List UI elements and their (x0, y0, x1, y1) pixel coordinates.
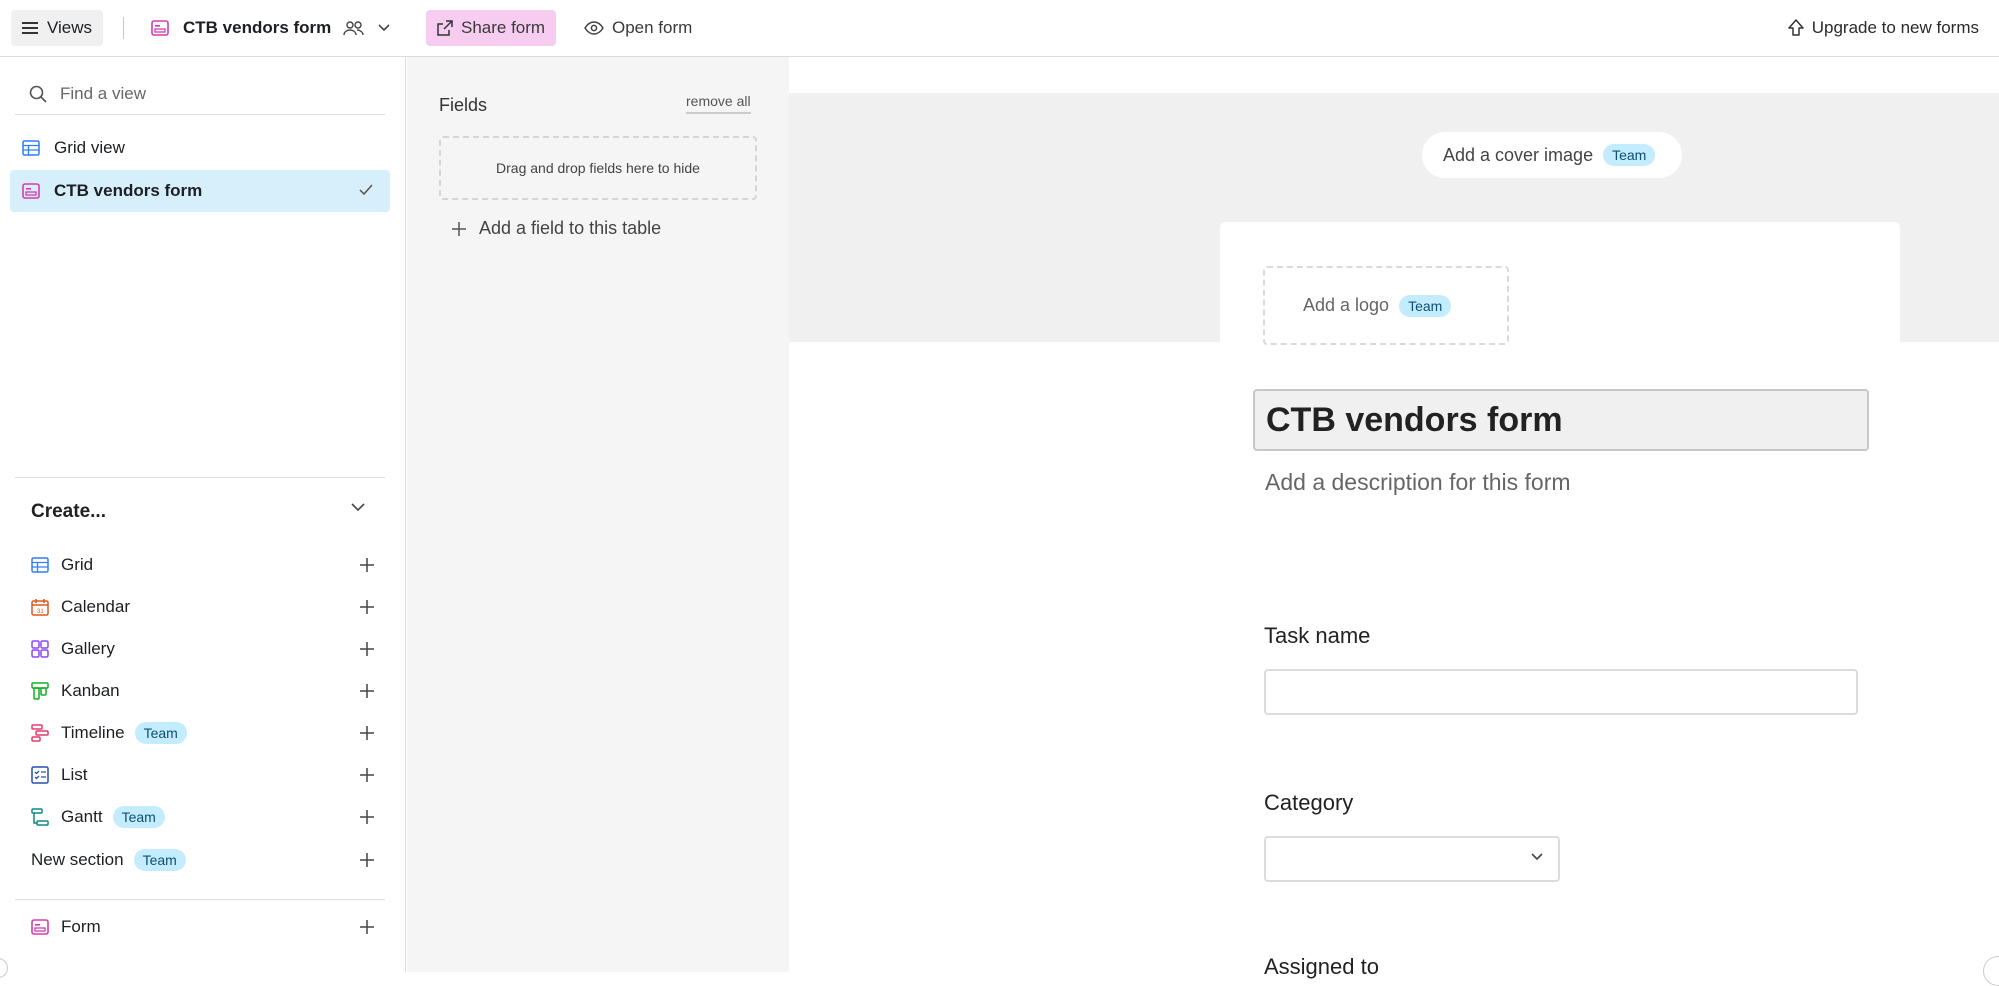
plus-icon[interactable] (359, 852, 375, 868)
create-item-label: Gallery (61, 639, 115, 658)
create-item-label: Kanban (61, 681, 120, 700)
plus-icon[interactable] (359, 641, 375, 657)
view-item-grid-view[interactable]: Grid view (10, 127, 390, 169)
open-form-button[interactable]: Open form (584, 10, 692, 46)
chevron-down-icon[interactable] (377, 23, 391, 33)
chevron-down-icon (1531, 853, 1543, 861)
form-divider (15, 899, 385, 900)
new-section-label: New section (31, 850, 124, 869)
dropzone-text: Drag and drop fields here to hide (496, 160, 700, 176)
open-form-label: Open form (612, 18, 693, 37)
create-section-title: Create... (31, 501, 106, 522)
logo-label: Add a logo (1303, 295, 1390, 315)
search-input[interactable] (60, 83, 360, 104)
team-badge: Team (133, 849, 186, 871)
calendar-icon: 31 (31, 599, 49, 616)
toolbar-divider (123, 17, 124, 39)
gantt-icon (31, 808, 49, 826)
plus-icon[interactable] (359, 767, 375, 783)
grid-icon (22, 140, 40, 156)
chevron-down-icon[interactable] (350, 500, 366, 518)
view-item-ctb-vendors-form[interactable]: CTB vendors form (10, 170, 390, 212)
category-select[interactable] (1264, 836, 1560, 882)
grid-icon (31, 557, 49, 573)
form-description-input[interactable]: Add a description for this form (1265, 469, 1571, 496)
add-cover-image-button[interactable]: Add a cover image Team (1422, 132, 1683, 178)
form-canvas: Add a cover image Team Add a logo Team C… (789, 57, 1999, 986)
hamburger-icon (22, 22, 38, 34)
eye-icon (584, 21, 604, 35)
field-label: Category (1264, 790, 1354, 815)
form-icon (151, 20, 169, 36)
share-form-label: Share form (461, 18, 546, 37)
form-icon (31, 919, 49, 935)
kanban-icon (31, 682, 49, 700)
create-kanban[interactable]: Kanban (31, 676, 374, 706)
fields-title: Fields (439, 95, 488, 115)
create-gallery[interactable]: Gallery (31, 634, 374, 664)
create-grid[interactable]: Grid (31, 550, 374, 580)
views-toggle-button[interactable]: Views (11, 10, 104, 46)
create-item-label: Form (61, 917, 101, 936)
create-item-label: Gantt (61, 807, 103, 826)
create-item-label: Timeline (61, 723, 125, 742)
view-search (15, 73, 385, 115)
collaborators-icon (343, 20, 365, 36)
share-form-button[interactable]: Share form (426, 10, 557, 46)
team-badge: Team (112, 806, 165, 828)
add-logo-button[interactable]: Add a logo Team (1263, 266, 1509, 345)
views-label: Views (47, 18, 93, 37)
search-icon (29, 85, 47, 103)
cover-label: Add a cover image (1443, 144, 1594, 165)
create-item-label: List (61, 765, 88, 784)
add-field-button[interactable]: Add a field to this table (451, 218, 661, 239)
form-title-input[interactable]: CTB vendors form (1253, 389, 1869, 451)
plus-icon[interactable] (359, 557, 375, 573)
plus-icon[interactable] (359, 683, 375, 699)
svg-text:31: 31 (37, 609, 44, 615)
hidden-fields-dropzone[interactable]: Drag and drop fields here to hide (439, 136, 757, 200)
list-icon (31, 766, 49, 784)
field-label: Task name (1264, 623, 1371, 648)
create-list[interactable]: List (31, 760, 374, 790)
create-calendar[interactable]: 31 Calendar (31, 592, 374, 622)
upgrade-arrow-icon (1788, 19, 1804, 36)
plus-icon[interactable] (359, 919, 375, 935)
view-item-label: Grid view (54, 138, 125, 157)
add-field-label: Add a field to this table (479, 218, 662, 238)
plus-icon (452, 221, 466, 236)
create-item-label: Grid (61, 555, 94, 574)
team-badge: Team (1603, 144, 1656, 166)
plus-icon[interactable] (359, 809, 375, 825)
check-icon (358, 182, 374, 202)
current-view-menu[interactable]: CTB vendors form (151, 10, 391, 46)
fields-panel: Fields remove all Drag and drop fields h… (407, 57, 789, 972)
upgrade-forms-label: Upgrade to new forms (1811, 18, 1979, 37)
task-name-input[interactable] (1264, 669, 1858, 715)
upgrade-forms-button[interactable]: Upgrade to new forms (1788, 10, 1979, 46)
external-link-icon (437, 20, 453, 36)
plus-icon[interactable] (359, 725, 375, 741)
timeline-icon (31, 724, 49, 742)
create-form[interactable]: Form (31, 912, 374, 942)
form-icon (22, 183, 40, 199)
view-item-label: CTB vendors form (54, 181, 203, 200)
team-badge: Team (134, 722, 187, 744)
create-timeline[interactable]: Timeline Team (31, 718, 374, 748)
create-item-label: Calendar (61, 597, 130, 616)
views-sidebar: Grid view CTB vendors form Create... Gri… (0, 57, 406, 972)
create-gantt[interactable]: Gantt Team (31, 802, 374, 832)
create-divider (15, 477, 385, 478)
plus-icon[interactable] (359, 599, 375, 615)
remove-all-link[interactable]: remove all (686, 93, 751, 114)
gallery-icon (31, 640, 49, 658)
team-badge: Team (1399, 294, 1452, 317)
field-label: Assigned to (1264, 954, 1379, 979)
current-view-name: CTB vendors form (183, 18, 332, 37)
create-new-section[interactable]: New section Team (31, 845, 374, 875)
top-bar: Views CTB vendors form Share form Open f… (0, 0, 1999, 57)
help-button[interactable] (1983, 956, 1999, 986)
